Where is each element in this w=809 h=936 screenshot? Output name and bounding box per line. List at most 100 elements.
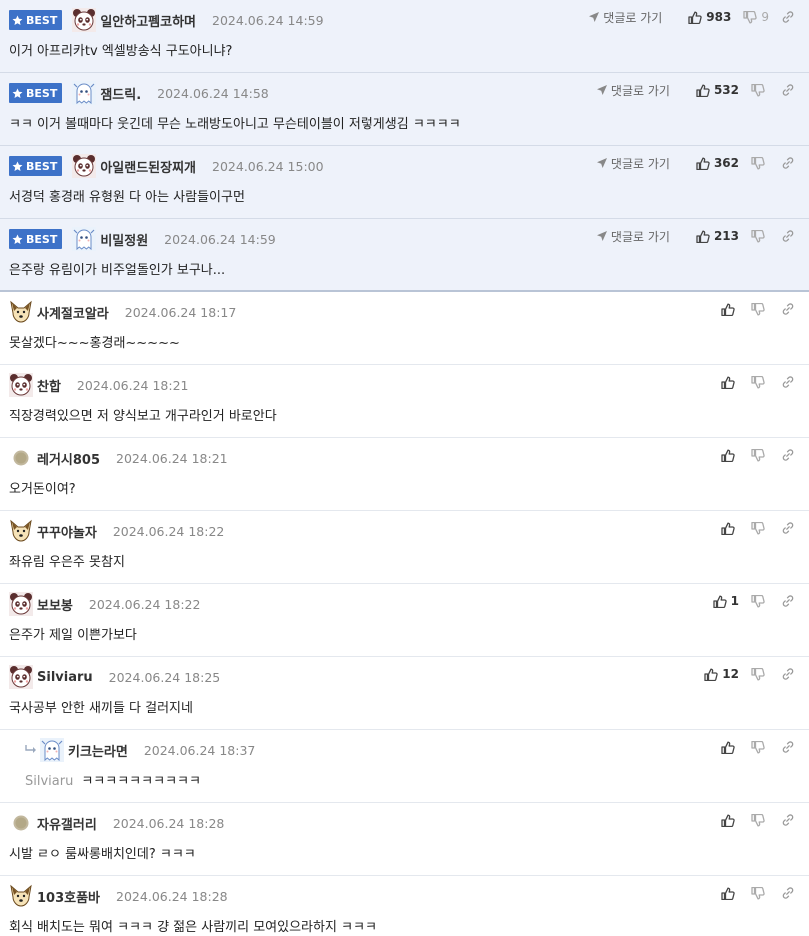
- share-link-button[interactable]: [781, 302, 799, 316]
- comment-text: 회식 배치도는 뭐여 ㅋㅋㅋ 걍 젊은 사람끼리 모여있으라하지 ㅋㅋㅋ: [9, 920, 377, 935]
- author-nickname[interactable]: 찬합: [37, 376, 61, 395]
- thumbs-down-icon: [751, 83, 769, 97]
- comment-date: 2024.06.24 18:25: [108, 669, 221, 685]
- dislike-button[interactable]: [751, 667, 769, 681]
- avatar[interactable]: [72, 8, 100, 32]
- dislike-button[interactable]: [751, 740, 769, 754]
- share-link-button[interactable]: [781, 667, 799, 681]
- dislike-button[interactable]: [751, 521, 769, 535]
- dislike-button[interactable]: [751, 886, 769, 900]
- comment-header: 찬합 2024.06.24 18:21: [9, 373, 189, 397]
- author-nickname[interactable]: Silviaru: [37, 670, 93, 685]
- share-link-button[interactable]: [781, 375, 799, 389]
- share-link-button[interactable]: [781, 156, 799, 170]
- reply-arrow-icon: [24, 744, 38, 756]
- comment-body: 시발 ㄹㅇ 룸싸롱배치인데? ㅋㅋㅋ: [9, 843, 196, 862]
- goto-comment-label: 댓글로 가기: [603, 10, 663, 25]
- share-link-button[interactable]: [781, 229, 799, 243]
- like-button[interactable]: 1: [712, 594, 739, 608]
- author-nickname[interactable]: 아일랜드된장찌개: [100, 157, 196, 176]
- like-button[interactable]: [721, 814, 739, 827]
- author-nickname[interactable]: 103호품바: [37, 887, 100, 906]
- dislike-button[interactable]: [751, 83, 769, 97]
- share-link-button[interactable]: [781, 448, 799, 462]
- like-button[interactable]: [721, 449, 739, 462]
- avatar[interactable]: [9, 373, 37, 397]
- avatar[interactable]: [9, 300, 37, 324]
- send-arrow-icon: [596, 230, 611, 242]
- author-nickname[interactable]: 비밀정원: [100, 230, 148, 249]
- best-badge-label: BEST: [26, 86, 58, 100]
- thumbs-up-icon: [712, 595, 731, 608]
- comment-actions: [709, 446, 799, 464]
- comment-header: BEST 일안하고펨코하며 2024.06.24 14:59: [9, 8, 324, 32]
- author-nickname[interactable]: 보보봉: [37, 595, 73, 614]
- author-nickname[interactable]: 사계절코알라: [37, 303, 109, 322]
- dislike-button[interactable]: [751, 375, 769, 389]
- share-link-button[interactable]: [781, 10, 799, 24]
- send-arrow-icon: [596, 84, 611, 96]
- goto-comment-link[interactable]: 댓글로 가기: [596, 155, 670, 172]
- author-nickname[interactable]: 일안하고펨코하며: [100, 11, 196, 30]
- dislike-button[interactable]: [751, 229, 769, 243]
- dislike-button[interactable]: [751, 448, 769, 462]
- like-button[interactable]: [721, 376, 739, 389]
- avatar[interactable]: [9, 665, 37, 689]
- link-icon: [781, 375, 799, 389]
- avatar[interactable]: [72, 81, 100, 105]
- share-link-button[interactable]: [781, 83, 799, 97]
- dislike-button[interactable]: [751, 813, 769, 827]
- dislike-button[interactable]: 9: [743, 10, 769, 24]
- comment-date: 2024.06.24 18:21: [76, 377, 189, 393]
- comment: 꾸꾸야놀자 2024.06.24 18:22 좌유림 우은주 못참지: [0, 511, 809, 584]
- like-button[interactable]: 532: [696, 83, 739, 97]
- avatar[interactable]: [9, 450, 37, 466]
- share-link-button[interactable]: [781, 594, 799, 608]
- best-comment: BEST 아일랜드된장찌개 2024.06.24 15:00 댓글로 가기 362 서경덕…: [0, 146, 809, 219]
- author-nickname[interactable]: 잼드릭.: [100, 84, 141, 103]
- thumbs-down-icon: [751, 156, 769, 170]
- avatar[interactable]: [9, 815, 37, 831]
- like-button[interactable]: [721, 887, 739, 900]
- author-nickname[interactable]: 레거시805: [37, 449, 100, 468]
- share-link-button[interactable]: [781, 813, 799, 827]
- author-nickname[interactable]: 자유갤러리: [37, 814, 97, 833]
- thumbs-down-icon: [751, 813, 769, 827]
- share-link-button[interactable]: [781, 521, 799, 535]
- avatar[interactable]: [9, 519, 37, 543]
- avatar[interactable]: [72, 154, 100, 178]
- send-arrow-icon: [588, 11, 603, 23]
- avatar[interactable]: [9, 592, 37, 616]
- author-nickname[interactable]: 꾸꾸야놀자: [37, 522, 97, 541]
- dislike-button[interactable]: [751, 302, 769, 316]
- best-comment: BEST 잼드릭. 2024.06.24 14:58 댓글로 가기 532 ㅋㅋ 이거 볼…: [0, 73, 809, 146]
- like-button[interactable]: 213: [696, 229, 739, 243]
- share-link-button[interactable]: [781, 740, 799, 754]
- share-link-button[interactable]: [781, 886, 799, 900]
- comment: 보보봉 2024.06.24 18:22 1 은주가 제일 이쁜가보다: [0, 584, 809, 657]
- like-button[interactable]: [721, 303, 739, 316]
- comment-body: 좌유림 우은주 못참지: [9, 551, 125, 570]
- like-button[interactable]: 983: [688, 10, 731, 24]
- best-comment: BEST 일안하고펨코하며 2024.06.24 14:59 댓글로 가기 983 9 이거…: [0, 0, 809, 73]
- like-button[interactable]: 362: [696, 156, 739, 170]
- link-icon: [781, 156, 799, 170]
- goto-comment-link[interactable]: 댓글로 가기: [596, 82, 670, 99]
- star-icon: [12, 15, 26, 26]
- avatar[interactable]: [72, 227, 100, 251]
- best-badge-label: BEST: [26, 13, 58, 27]
- avatar[interactable]: [9, 884, 37, 908]
- dislike-button[interactable]: [751, 156, 769, 170]
- like-button[interactable]: [721, 522, 739, 535]
- goto-comment-link[interactable]: 댓글로 가기: [588, 9, 662, 26]
- goto-comment-link[interactable]: 댓글로 가기: [596, 228, 670, 245]
- like-button[interactable]: [721, 741, 739, 754]
- avatar[interactable]: [40, 738, 68, 762]
- thumbs-up-icon: [721, 741, 739, 754]
- thumbs-up-icon: [721, 522, 739, 535]
- comment-date: 2024.06.24 15:00: [212, 158, 324, 174]
- comment-actions: [709, 373, 799, 391]
- author-nickname[interactable]: 키크는라면: [68, 741, 128, 760]
- like-button[interactable]: 12: [704, 667, 739, 681]
- dislike-button[interactable]: [751, 594, 769, 608]
